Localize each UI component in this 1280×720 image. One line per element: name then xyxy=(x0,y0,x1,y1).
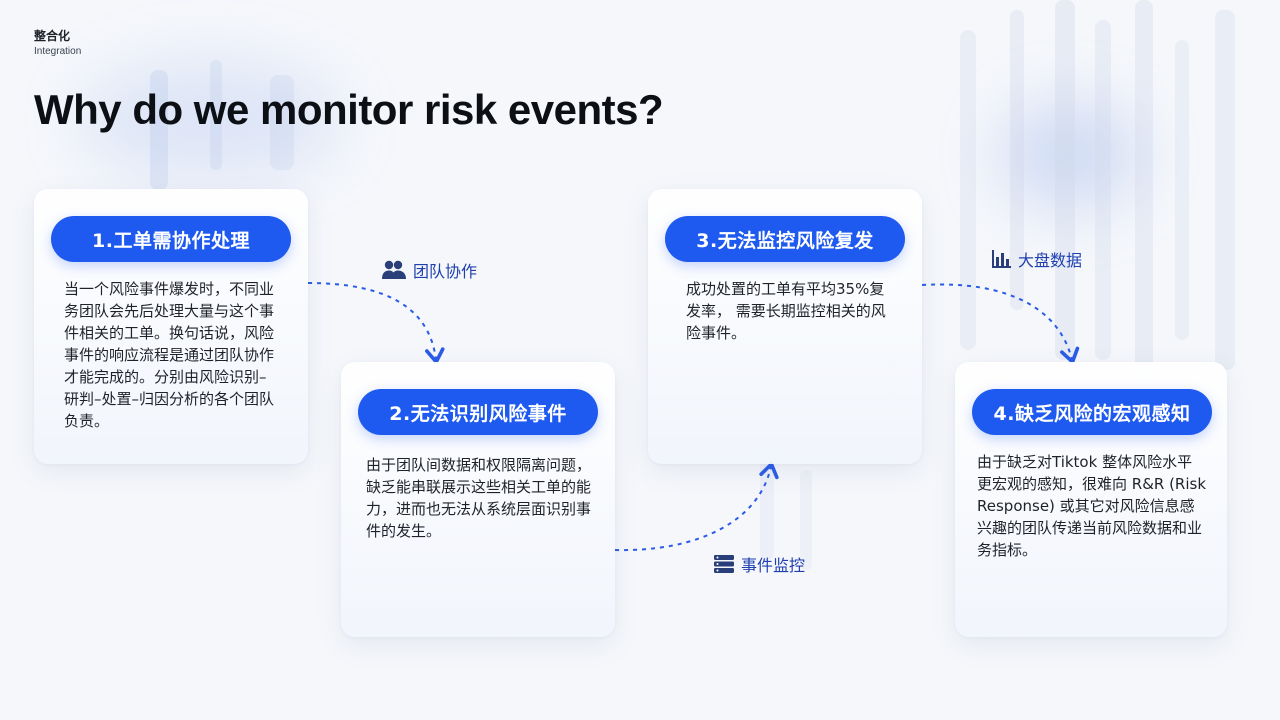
page-title: Why do we monitor risk events? xyxy=(34,86,664,133)
connector-label-text: 团队协作 xyxy=(413,262,478,281)
connector-label-text: 大盘数据 xyxy=(1018,251,1083,270)
section-tag: 整合化 Integration xyxy=(34,27,81,57)
background-bar xyxy=(1095,20,1111,360)
card-heading: 2.无法识别风险事件 xyxy=(358,389,598,435)
connector-label-text: 事件监控 xyxy=(741,556,806,575)
card-heading: 4.缺乏风险的宏观感知 xyxy=(972,389,1212,435)
card-description: 成功处置的工单有平均35%复发率， 需要长期监控相关的风险事件。 xyxy=(686,280,886,342)
card-collaboration: 1.工单需协作处理 当一个风险事件爆发时，不同业务团队会先后处理大量与这个事件相… xyxy=(34,189,308,464)
card-description: 由于缺乏对Tiktok 整体风险水平更宏观的感知，很难向 R&R (Risk R… xyxy=(977,453,1207,559)
card-macro-awareness: 4.缺乏风险的宏观感知 由于缺乏对Tiktok 整体风险水平更宏观的感知，很难向… xyxy=(955,362,1227,637)
background-bar xyxy=(1055,0,1075,360)
card-description: 由于团队间数据和权限隔离问题，缺乏能串联展示这些相关工单的能力，进而也无法从系统… xyxy=(366,456,592,540)
card-description: 当一个风险事件爆发时，不同业务团队会先后处理大量与这个事件相关的工单。换句话说，… xyxy=(64,280,275,430)
card-heading: 3.无法监控风险复发 xyxy=(665,216,905,262)
bar-chart-icon xyxy=(992,250,1011,268)
card-identification: 2.无法识别风险事件 由于团队间数据和权限隔离问题，缺乏能串联展示这些相关工单的… xyxy=(341,362,615,637)
connector-label-team: 团队协作 xyxy=(381,258,477,282)
connector-label-monitor: 事件监控 xyxy=(713,552,805,576)
people-icon xyxy=(382,260,406,279)
background-bar xyxy=(960,30,976,350)
background-bar xyxy=(1215,10,1235,370)
database-icon xyxy=(714,555,734,573)
background-bar xyxy=(1175,40,1189,340)
connector-label-dashboard: 大盘数据 xyxy=(990,247,1082,271)
card-recurrence: 3.无法监控风险复发 成功处置的工单有平均35%复发率， 需要长期监控相关的风险… xyxy=(648,189,922,464)
background-bar xyxy=(1135,0,1153,380)
card-heading: 1.工单需协作处理 xyxy=(51,216,291,262)
section-subtitle: Integration xyxy=(34,46,82,57)
section-title: 整合化 xyxy=(34,29,71,43)
